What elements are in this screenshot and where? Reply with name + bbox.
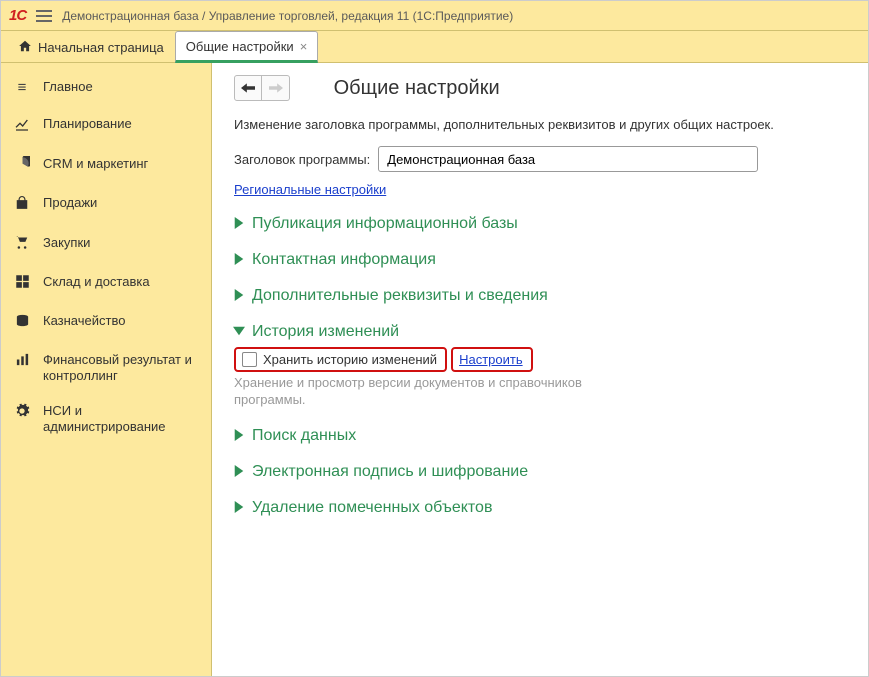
cart-icon [13, 235, 31, 254]
forward-button[interactable] [262, 75, 290, 101]
tab-home[interactable]: Начальная страница [7, 31, 175, 62]
sidebar-item-label: Закупки [43, 235, 90, 251]
back-button[interactable] [234, 75, 262, 101]
program-title-label: Заголовок программы: [234, 152, 370, 167]
chevron-right-icon [234, 464, 244, 480]
chevron-right-icon [234, 216, 244, 232]
tab-settings-label: Общие настройки [186, 39, 294, 54]
section-additional[interactable]: Дополнительные реквизиты и сведения [234, 287, 846, 305]
configure-link[interactable]: Настроить [459, 352, 523, 367]
configure-highlight: Настроить [451, 347, 533, 372]
chevron-right-icon [234, 428, 244, 444]
history-hint: Хранение и просмотр версии документов и … [234, 375, 654, 409]
sidebar-item-treasury[interactable]: Казначейство [1, 303, 211, 342]
page-description: Изменение заголовка программы, дополните… [234, 117, 846, 132]
sidebar-item-label: Казначейство [43, 313, 125, 329]
sidebar-item-sales[interactable]: Продажи [1, 185, 211, 225]
section-delete[interactable]: Удаление помеченных объектов [234, 499, 846, 517]
tab-settings[interactable]: Общие настройки × [175, 31, 319, 63]
chart-up-icon [13, 116, 31, 136]
bars-icon [13, 352, 31, 371]
section-title: История изменений [252, 323, 399, 341]
main-content: Общие настройки Изменение заголовка прог… [212, 63, 868, 676]
sidebar-item-planning[interactable]: Планирование [1, 106, 211, 146]
sidebar-item-finresult[interactable]: Финансовый результат и контроллинг [1, 342, 211, 393]
sidebar-item-label: Продажи [43, 195, 97, 211]
section-signature[interactable]: Электронная подпись и шифрование [234, 463, 846, 481]
section-search[interactable]: Поиск данных [234, 427, 846, 445]
boxes-icon [13, 274, 31, 293]
logo-1c: 1C [9, 7, 26, 24]
section-contact[interactable]: Контактная информация [234, 251, 846, 269]
window-title: Демонстрационная база / Управление торго… [62, 9, 513, 23]
sidebar-item-main[interactable]: ≡ Главное [1, 69, 211, 106]
bag-icon [13, 195, 31, 215]
sidebar-item-label: CRM и маркетинг [43, 156, 148, 172]
regional-settings-link[interactable]: Региональные настройки [234, 182, 386, 197]
gear-icon [13, 403, 31, 423]
section-title: Дополнительные реквизиты и сведения [252, 287, 548, 305]
sidebar-item-admin[interactable]: НСИ и администрирование [1, 393, 211, 444]
chevron-right-icon [234, 500, 244, 516]
sidebar-item-warehouse[interactable]: Склад и доставка [1, 264, 211, 303]
section-title: Удаление помеченных объектов [252, 499, 492, 517]
pie-icon [13, 156, 31, 175]
sidebar-item-label: Склад и доставка [43, 274, 150, 290]
history-option-row: Хранить историю изменений Настроить [234, 347, 533, 372]
section-title: Электронная подпись и шифрование [252, 463, 528, 481]
sidebar-item-crm[interactable]: CRM и маркетинг [1, 146, 211, 185]
sidebar-item-label: Планирование [43, 116, 132, 132]
coins-icon [13, 313, 31, 332]
keep-history-label: Хранить историю изменений [263, 352, 437, 367]
program-title-input[interactable] [378, 146, 758, 172]
section-title: Публикация информационной базы [252, 215, 518, 233]
section-title: Контактная информация [252, 251, 436, 269]
tabbar: Начальная страница Общие настройки × [1, 31, 868, 63]
home-icon [18, 39, 32, 56]
page-title: Общие настройки [334, 77, 500, 100]
keep-history-checkbox[interactable] [242, 352, 257, 367]
sidebar-item-label: Главное [43, 79, 93, 95]
section-publication[interactable]: Публикация информационной базы [234, 215, 846, 233]
section-history[interactable]: История изменений [234, 323, 846, 341]
sidebar-item-purchases[interactable]: Закупки [1, 225, 211, 264]
tab-home-label: Начальная страница [38, 40, 164, 55]
sidebar: ≡ Главное Планирование CRM и маркетинг П… [1, 63, 212, 676]
chevron-down-icon [234, 324, 244, 340]
sidebar-item-label: Финансовый результат и контроллинг [43, 352, 199, 383]
lines-icon: ≡ [13, 79, 31, 96]
sidebar-item-label: НСИ и администрирование [43, 403, 199, 434]
chevron-right-icon [234, 288, 244, 304]
close-icon[interactable]: × [300, 39, 308, 54]
keep-history-highlight: Хранить историю изменений [234, 347, 447, 372]
section-title: Поиск данных [252, 427, 356, 445]
hamburger-icon[interactable] [36, 10, 52, 22]
chevron-right-icon [234, 252, 244, 268]
titlebar: 1C Демонстрационная база / Управление то… [1, 1, 868, 31]
